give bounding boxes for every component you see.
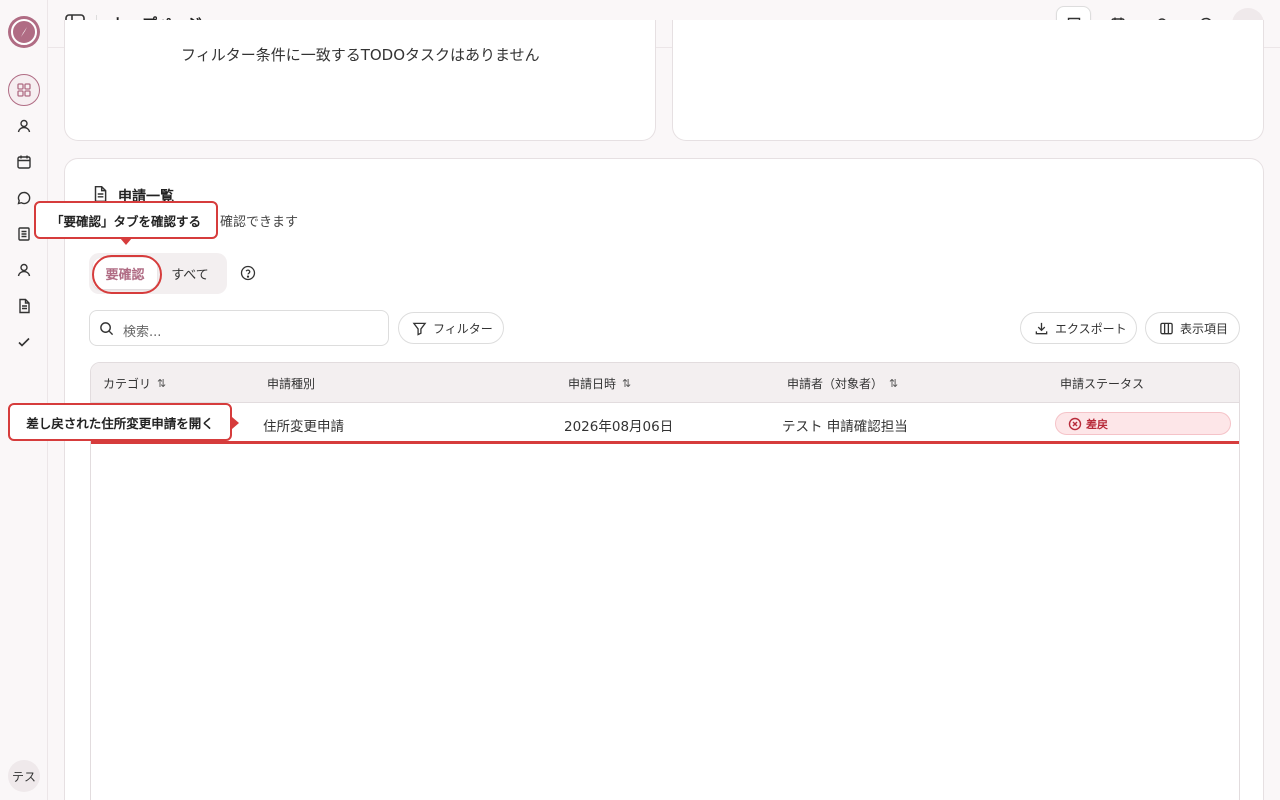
export-label: エクスポート [1055, 321, 1127, 336]
callout-check-tab: 「要確認」タブを確認する [34, 201, 218, 245]
header-applicant[interactable]: 申請者（対象者） ⇅ [787, 375, 898, 392]
todo-card: フィルター条件に一致するTODOタスクはありません [64, 20, 656, 141]
tab-highlight-ring [92, 255, 162, 294]
cell-date: 2026年08月06日 [564, 419, 674, 435]
search-icon [99, 321, 114, 336]
help-icon[interactable] [240, 265, 256, 281]
sidebar-item-list[interactable] [14, 224, 34, 244]
cell-applicant: テスト 申請確認担当 [782, 419, 908, 435]
document-icon [19, 298, 30, 314]
header-date-label: 申請日時 [568, 377, 617, 391]
callout-open-row: 差し戻された住所変更申請を開く [8, 403, 239, 441]
person-icon [17, 263, 31, 277]
sort-icon: ⇅ [622, 377, 632, 390]
status-label: 差戻 [1086, 417, 1108, 431]
app-logo[interactable] [8, 16, 40, 48]
columns-icon [1160, 322, 1173, 334]
export-button[interactable]: エクスポート [1020, 312, 1137, 344]
x-circle-icon [1068, 417, 1082, 430]
applications-table: カテゴリ ⇅ 申請種別 申請日時 ⇅ 申請者（対象者） ⇅ 申請ステータス 住所変更申… [90, 362, 1240, 800]
sidebar-item-user[interactable] [14, 116, 34, 136]
filter-button[interactable]: フィルター [398, 312, 504, 344]
sidebar-item-person[interactable] [14, 260, 34, 280]
sidebar-item-document[interactable] [14, 296, 34, 316]
sort-icon: ⇅ [157, 377, 167, 390]
sidebar-item-dashboard[interactable] [8, 74, 40, 106]
calendar-icon [17, 155, 31, 169]
filter-icon [412, 322, 427, 336]
header-category-label: カテゴリ [103, 377, 152, 391]
sidebar-item-chat[interactable] [14, 188, 34, 208]
sidebar: テス [0, 0, 48, 800]
todo-empty-message: フィルター条件に一致するTODOタスクはありません [181, 46, 540, 64]
section-description: 確認できます [220, 215, 299, 230]
chat-icon [17, 191, 31, 205]
filter-label: フィルター [433, 321, 493, 336]
header-applicant-label: 申請者（対象者） [787, 377, 884, 391]
columns-label: 表示項目 [1180, 321, 1229, 336]
header-status: 申請ステータス [1060, 375, 1144, 392]
sort-icon: ⇅ [889, 377, 899, 390]
table-row[interactable]: 住所変更申請 2026年08月06日 テスト 申請確認担当 差戻 [91, 404, 1239, 444]
sidebar-item-check[interactable] [14, 332, 34, 352]
header-type: 申請種別 [267, 375, 315, 392]
list-icon [18, 227, 30, 241]
check-icon [18, 337, 30, 347]
tab-all[interactable]: すべて [161, 258, 219, 289]
header-type-label: 申請種別 [267, 377, 316, 391]
search-input[interactable]: 検索... [89, 310, 389, 346]
download-icon [1035, 322, 1048, 334]
header-status-label: 申請ステータス [1060, 377, 1145, 391]
columns-button[interactable]: 表示項目 [1145, 312, 1240, 344]
header-category[interactable]: カテゴリ ⇅ [103, 375, 166, 392]
sidebar-item-calendar[interactable] [14, 152, 34, 172]
status-badge: 差戻 [1055, 412, 1231, 435]
sidebar-avatar[interactable]: テス [8, 760, 40, 792]
dashboard-icon [17, 83, 31, 97]
search-placeholder: 検索... [123, 325, 162, 340]
secondary-card [672, 20, 1264, 141]
user-icon [17, 119, 31, 133]
applications-card: 申請一覧 確認できます 要確認 すべて 検索... フィルター エクスポート 表… [64, 158, 1264, 800]
cell-type: 住所変更申請 [263, 419, 344, 435]
header-date[interactable]: 申請日時 ⇅ [568, 375, 631, 392]
table-header: カテゴリ ⇅ 申請種別 申請日時 ⇅ 申請者（対象者） ⇅ 申請ステータス [91, 363, 1239, 403]
